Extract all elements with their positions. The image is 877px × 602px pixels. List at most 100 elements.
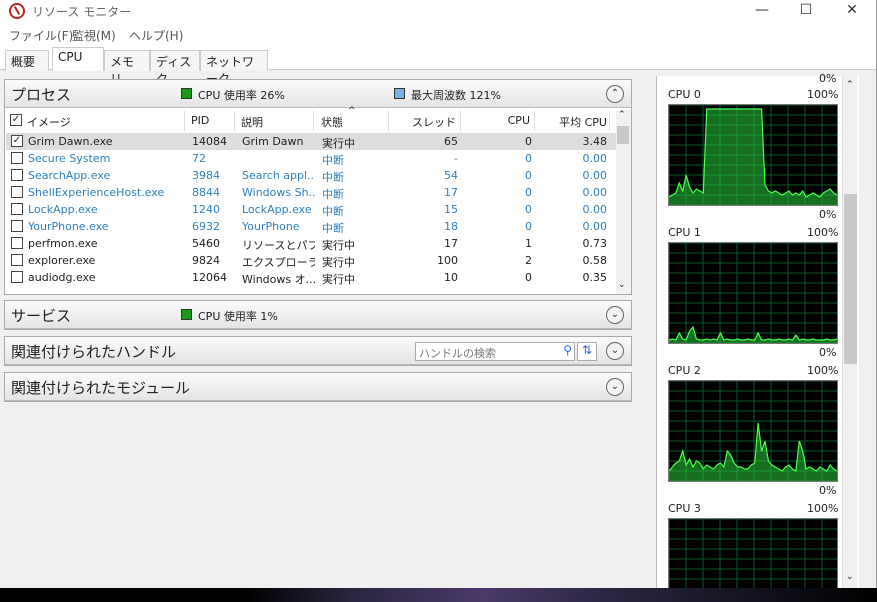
process-cell-image: ShellExperienceHost.exe — [28, 186, 165, 199]
process-cell-threads: 54 — [444, 169, 458, 182]
process-cell-state: 中断 — [322, 171, 344, 184]
process-panel-header[interactable]: プロセス CPU 使用率 26% 最大周波数 121% ⌃ — [5, 80, 631, 108]
cpu-graph-min-label: 0% — [819, 346, 837, 359]
process-cell-state: 中断 — [322, 222, 344, 235]
process-checkbox[interactable] — [11, 203, 23, 215]
menu-file[interactable]: ファイル(F) — [9, 27, 73, 44]
process-cell-threads: 100 — [437, 254, 458, 267]
process-cell-avg: 0.00 — [582, 169, 608, 182]
process-checkbox[interactable] — [11, 220, 23, 232]
process-cell-pid: 6932 — [192, 220, 220, 233]
process-row[interactable]: Secure System 72 中断 - 0 0.00 — [6, 150, 618, 167]
process-row[interactable]: audiodg.exe 12064 Windows オ... 実行中 10 0 0.35 — [6, 269, 618, 286]
process-cell-state: 中断 — [322, 188, 344, 201]
expand-handles-button[interactable]: ⌄ — [606, 342, 624, 360]
resource-monitor-window: リソース モニター — ☐ ✕ ファイル(F) 監視(M) ヘルプ(H) 概要 … — [0, 0, 877, 588]
process-row[interactable]: LockApp.exe 1240 LockApp.exe 中断 15 0 0.00 — [6, 201, 618, 218]
process-cell-pid: 14084 — [192, 135, 227, 148]
col-pid[interactable]: PID — [191, 111, 235, 131]
expand-modules-button[interactable]: ⌄ — [606, 378, 624, 396]
search-icon[interactable]: ⚲ — [563, 343, 572, 357]
cpu-graph-max-label: 100% — [807, 226, 839, 239]
scroll-up-icon[interactable]: ⌃ — [618, 110, 626, 120]
modules-panel-header[interactable]: 関連付けられたモジュール ⌄ — [5, 373, 631, 401]
process-checkbox[interactable] — [11, 254, 23, 266]
graph-scrollbar-thumb[interactable] — [844, 194, 857, 364]
process-cell-threads: 65 — [444, 135, 458, 148]
process-cell-cpu: 2 — [525, 254, 532, 267]
process-cell-pid: 5460 — [192, 237, 220, 250]
maximize-button[interactable]: ☐ — [783, 0, 829, 22]
expand-services-button[interactable]: ⌄ — [606, 306, 624, 324]
process-cell-threads: 18 — [444, 220, 458, 233]
process-cell-pid: 3984 — [192, 169, 220, 182]
col-cpu[interactable]: CPU — [465, 111, 535, 131]
tab-cpu[interactable]: CPU — [52, 47, 104, 71]
resource-monitor-icon — [9, 3, 25, 19]
window-title: リソース モニター — [32, 5, 132, 19]
cpu-graph-pane: 0% CPU 0 100% 0% CPU 1 100% 0% CPU 2 100% 0% CPU … — [656, 72, 859, 588]
col-threads[interactable]: スレッド — [395, 111, 461, 131]
top-graph-min-label: 0% — [819, 72, 837, 85]
tab-overview[interactable]: 概要 — [5, 50, 49, 71]
minimize-button[interactable]: — — [739, 0, 785, 22]
menu-help[interactable]: ヘルプ(H) — [129, 27, 183, 44]
col-image[interactable]: イメージ — [27, 111, 185, 131]
handles-panel-header[interactable]: 関連付けられたハンドル ハンドルの検索 ⚲ ⇅ ⌄ — [5, 337, 631, 365]
refresh-icon[interactable]: ⇅ — [577, 342, 597, 361]
process-row[interactable]: SearchApp.exe 3984 Search appl... 中断 54 0 0.00 — [6, 167, 618, 184]
cpu-graph-label: CPU 2 — [668, 364, 701, 377]
scrollbar-thumb[interactable] — [617, 126, 629, 144]
process-row[interactable]: perfmon.exe 5460 リソースとパフ... 実行中 17 1 0.73 — [6, 235, 618, 252]
process-row[interactable]: YourPhone.exe 6932 YourPhone 中断 18 0 0.00 — [6, 218, 618, 235]
cpu-graph-min-label: 0% — [819, 484, 837, 497]
tab-disk[interactable]: ディスク — [150, 50, 200, 86]
process-cell-avg: 0.00 — [582, 203, 608, 216]
process-cell-threads: - — [454, 152, 458, 165]
tab-memory[interactable]: メモリ — [104, 50, 150, 86]
scroll-down-icon[interactable]: ⌄ — [618, 280, 626, 290]
select-all-checkbox[interactable]: ✓ — [10, 114, 22, 126]
handle-search-box: ハンドルの検索 ⚲ — [415, 342, 575, 361]
process-row[interactable]: ShellExperienceHost.exe 8844 Windows Sh...… — [6, 184, 618, 201]
process-cell-state: 実行中 — [322, 273, 355, 286]
process-cell-image: LockApp.exe — [28, 203, 98, 216]
process-checkbox[interactable] — [11, 271, 23, 283]
process-cell-state: 実行中 — [322, 137, 355, 150]
graph-scroll-up-icon[interactable]: ⌃ — [846, 80, 854, 90]
tab-network[interactable]: ネットワーク — [200, 50, 268, 86]
handle-search-input[interactable]: ハンドルの検索 — [419, 345, 496, 361]
cpu-usage-line — [668, 422, 838, 472]
process-cell-state: 中断 — [322, 154, 344, 167]
col-average-cpu[interactable]: 平均 CPU — [540, 111, 610, 131]
process-checkbox[interactable]: ✓ — [11, 135, 23, 147]
process-cell-image: Secure System — [28, 152, 111, 165]
process-checkbox[interactable] — [11, 152, 23, 164]
menu-monitor[interactable]: 監視(M) — [72, 27, 116, 44]
process-row[interactable]: ✓ Grim Dawn.exe 14084 Grim Dawn 実行中 65 0 3.48 — [6, 133, 618, 150]
process-cell-threads: 10 — [444, 271, 458, 284]
process-cell-state: 中断 — [322, 205, 344, 218]
tab-bar: 概要 CPU メモリ ディスク ネットワーク — [0, 44, 876, 86]
cpu-graph — [668, 518, 838, 588]
collapse-process-button[interactable]: ⌃ — [606, 85, 624, 103]
graph-scroll-down-icon[interactable]: ⌄ — [846, 572, 854, 582]
col-description[interactable]: 説明 — [241, 111, 314, 131]
process-cell-image: audiodg.exe — [28, 271, 96, 284]
process-row[interactable]: explorer.exe 9824 エクスプローラー実行中 100 2 0.58 — [6, 252, 618, 269]
process-cell-avg: 0.58 — [582, 254, 608, 267]
process-cell-cpu: 0 — [525, 169, 532, 182]
services-cpu-legend-swatch — [181, 309, 192, 320]
process-checkbox[interactable] — [11, 169, 23, 181]
graph-scrollbar[interactable]: ⌃ ⌄ — [842, 76, 857, 588]
cpu-usage-area — [669, 423, 837, 481]
process-checkbox[interactable] — [11, 237, 23, 249]
desktop-background — [0, 588, 877, 602]
title-bar[interactable]: リソース モニター — ☐ ✕ — [0, 0, 876, 22]
process-scrollbar[interactable]: ⌃ ⌄ — [616, 110, 631, 294]
process-cell-desc: Windows オ... — [242, 273, 315, 286]
process-panel-title: プロセス — [11, 86, 72, 104]
close-button[interactable]: ✕ — [829, 0, 875, 22]
services-panel-header[interactable]: サービス CPU 使用率 1% ⌄ — [5, 301, 631, 329]
process-checkbox[interactable] — [11, 186, 23, 198]
